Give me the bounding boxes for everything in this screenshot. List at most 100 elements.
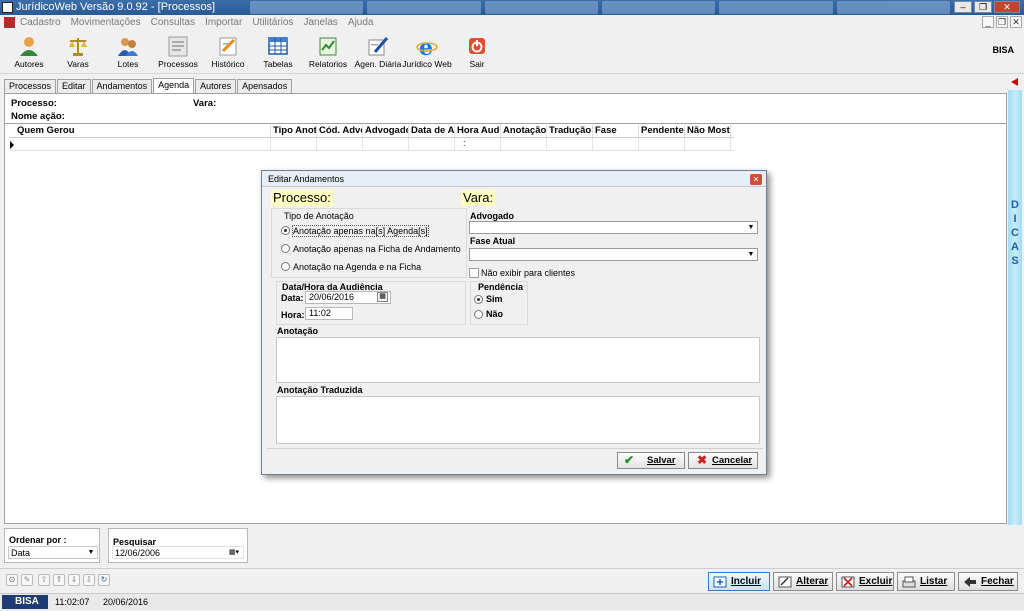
pesquisar-group: Pesquisar 12/06/2006 ▦▾: [108, 528, 248, 563]
radio-ficha-only[interactable]: [281, 244, 290, 253]
dicas-letter: S: [1011, 255, 1019, 267]
col-pendente[interactable]: Pendente: [639, 125, 685, 137]
cancelar-button[interactable]: ✖ Cancelar: [688, 452, 758, 469]
col-traducao[interactable]: Tradução: [547, 125, 593, 137]
radio-agenda-and-ficha[interactable]: [281, 262, 290, 271]
tab-agenda[interactable]: Agenda: [153, 78, 195, 93]
prior-record-icon[interactable]: ⇑: [53, 574, 65, 586]
hora-input[interactable]: 11:02: [305, 307, 353, 320]
dicas-panel[interactable]: DICAS: [1008, 90, 1022, 525]
tab-autores[interactable]: Autores: [195, 79, 237, 93]
dialog-close-button[interactable]: ✕: [750, 174, 762, 185]
title-bar: JurídicoWeb Versão 9.0.92 - [Processos] …: [0, 0, 1024, 15]
person-icon: [18, 35, 40, 57]
toolbar-agenda-diaria-button[interactable]: Agen. Diária: [353, 33, 403, 73]
processo-label: Processo:: [11, 98, 57, 109]
toolbar-tabelas-button[interactable]: Tabelas: [253, 33, 303, 73]
toolbar-processos-button[interactable]: Processos: [153, 33, 203, 73]
document-icon: [167, 35, 189, 57]
last-record-icon[interactable]: ⇩: [83, 574, 95, 586]
binoculars-icon[interactable]: ⊙: [6, 574, 18, 586]
menu-utilitarios[interactable]: Utilitários: [252, 15, 293, 30]
incluir-button[interactable]: Incluir: [708, 572, 770, 591]
toolbar-sair-button[interactable]: Sair: [452, 33, 502, 73]
window-title: JurídicoWeb Versão 9.0.92 - [Processos]: [16, 1, 216, 13]
history-icon: [217, 35, 239, 57]
table-icon: [267, 35, 289, 57]
calendar-dropdown-icon[interactable]: ▦▾: [226, 548, 242, 557]
row-pointer-icon: [10, 141, 14, 149]
edit-icon: [778, 576, 792, 588]
listar-button[interactable]: Listar: [897, 572, 955, 591]
toolbar-historico-button[interactable]: Histórico: [203, 33, 253, 73]
col-nao-mostrar[interactable]: Não Mostr: [685, 125, 731, 137]
nao-exibir-label: Não exibir para clientes: [481, 268, 576, 278]
menu-movimentacoes[interactable]: Movimentações: [71, 15, 141, 30]
menu-consultas[interactable]: Consultas: [151, 15, 195, 30]
dialog-vara-label: Vara:: [461, 190, 496, 206]
menu-bar: Cadastro Movimentações Consultas Importa…: [0, 15, 1024, 30]
mdi-close-button[interactable]: ✕: [1010, 16, 1022, 28]
toolbar-label: Processos: [158, 59, 198, 69]
tab-apensados[interactable]: Apensados: [237, 79, 293, 93]
menu-cadastro[interactable]: Cadastro: [20, 15, 61, 30]
next-record-icon[interactable]: ⇓: [68, 574, 80, 586]
advogado-select[interactable]: ▼: [469, 221, 758, 234]
pendencia-nao-radio[interactable]: [474, 310, 483, 319]
nao-exibir-checkbox[interactable]: [469, 268, 479, 278]
chevron-down-icon: ▼: [747, 251, 755, 258]
radio-agenda-only[interactable]: [281, 226, 290, 235]
ordenar-select[interactable]: Data ▼: [8, 546, 98, 559]
col-fase[interactable]: Fase: [593, 125, 639, 137]
tab-editar[interactable]: Editar: [57, 79, 91, 93]
restore-button[interactable]: ❐: [974, 1, 992, 13]
mdi-restore-button[interactable]: ❐: [996, 16, 1008, 28]
edit-record-icon[interactable]: ✎: [21, 574, 33, 586]
fechar-button[interactable]: Fechar: [958, 572, 1018, 591]
col-tipo-anot[interactable]: Tipo Anot: [271, 125, 317, 137]
anotacao-textarea[interactable]: [276, 337, 760, 383]
table-row[interactable]: :: [9, 138, 734, 151]
close-button[interactable]: ✕: [994, 1, 1020, 13]
pesquisar-date-input[interactable]: 12/06/2006 ▦▾: [112, 546, 244, 559]
toolbar-relatorios-button[interactable]: Relatorios: [303, 33, 353, 73]
radio-label: Anotação na Agenda e na Ficha: [293, 262, 422, 272]
toolbar-autores-button[interactable]: Autores: [4, 33, 54, 73]
fase-atual-select[interactable]: ▼: [469, 248, 758, 261]
tab-andamentos[interactable]: Andamentos: [91, 79, 153, 93]
cancelar-label: Cancelar: [712, 455, 753, 466]
anotacao-label: Anotação: [277, 326, 319, 336]
ordenar-value: Data: [11, 548, 31, 558]
col-anotacao[interactable]: Anotação: [501, 125, 547, 137]
salvar-button[interactable]: ✔ Salvar: [617, 452, 685, 469]
col-advogado[interactable]: Advogado: [363, 125, 409, 137]
listar-label: Listar: [920, 576, 948, 587]
agenda-grid-header: Quem Gerou Tipo Anot Cód. Adve Advogado …: [9, 125, 734, 138]
anotacao-traduzida-textarea[interactable]: [276, 396, 760, 444]
tab-processos[interactable]: Processos: [4, 79, 57, 93]
process-info: Processo: Vara: Nome ação:: [5, 94, 1006, 124]
toolbar-juridico-web-button[interactable]: e Jurídico Web: [402, 33, 452, 73]
col-cod-adv[interactable]: Cód. Adve: [317, 125, 363, 137]
col-quem-gerou[interactable]: Quem Gerou: [9, 125, 271, 137]
first-record-icon[interactable]: ⇧: [38, 574, 50, 586]
alterar-button[interactable]: Alterar: [773, 572, 833, 591]
menu-ajuda[interactable]: Ajuda: [348, 15, 374, 30]
menu-janelas[interactable]: Janelas: [303, 15, 337, 30]
col-hora-aud[interactable]: Hora Aud: [455, 125, 501, 137]
col-data[interactable]: Data de A: [409, 125, 455, 137]
svg-text:e: e: [419, 35, 433, 57]
minimize-button[interactable]: –: [954, 1, 972, 13]
dialog-processo-label: Processo:: [271, 190, 333, 206]
collapse-arrow-icon[interactable]: [1011, 78, 1018, 86]
pendencia-nao-label: Não: [486, 309, 504, 319]
mdi-minimize-button[interactable]: _: [982, 16, 994, 28]
toolbar-lotes-button[interactable]: Lotes: [103, 33, 153, 73]
calendar-icon[interactable]: ▦: [377, 292, 388, 302]
tipo-anotacao-label: Tipo de Anotação: [284, 211, 354, 221]
pendencia-sim-radio[interactable]: [474, 295, 483, 304]
refresh-icon[interactable]: ↻: [98, 574, 110, 586]
menu-importar[interactable]: Importar: [205, 15, 242, 30]
toolbar-varas-button[interactable]: Varas: [53, 33, 103, 73]
excluir-button[interactable]: Excluir: [836, 572, 894, 591]
